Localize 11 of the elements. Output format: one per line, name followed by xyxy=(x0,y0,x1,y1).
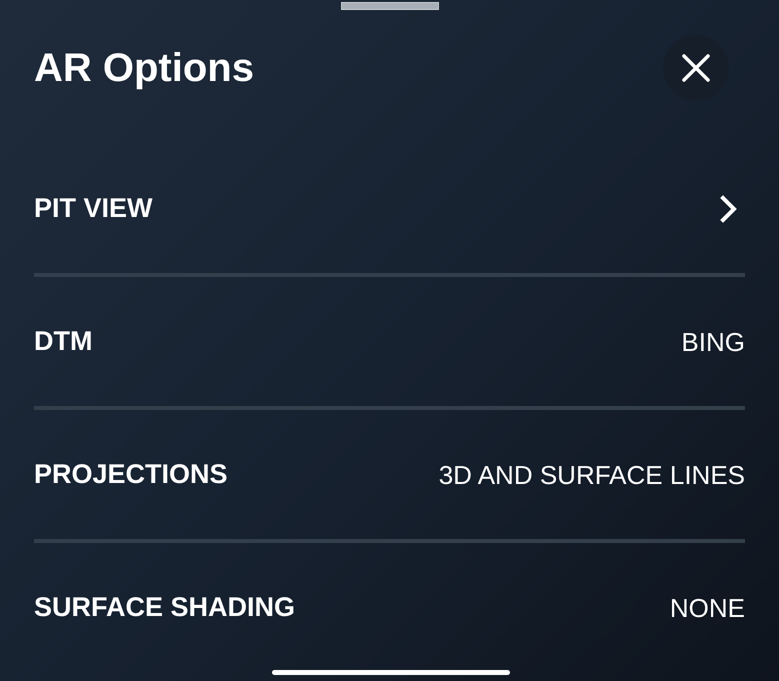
chevron-right-icon[interactable] xyxy=(720,194,738,222)
option-value: 3D AND SURFACE LINES xyxy=(438,462,745,488)
option-value: NONE xyxy=(670,594,745,620)
option-label[interactable]: PROJECTIONS xyxy=(34,461,228,488)
option-label[interactable]: DTM xyxy=(34,328,92,355)
option-value: BING xyxy=(681,328,745,354)
option-label[interactable]: SURFACE SHADING xyxy=(34,594,296,621)
drag-handle[interactable] xyxy=(340,2,438,10)
close-icon xyxy=(682,54,710,82)
sheet-title: AR Options xyxy=(34,48,254,88)
option-label[interactable]: PIT VIEW xyxy=(34,195,153,222)
